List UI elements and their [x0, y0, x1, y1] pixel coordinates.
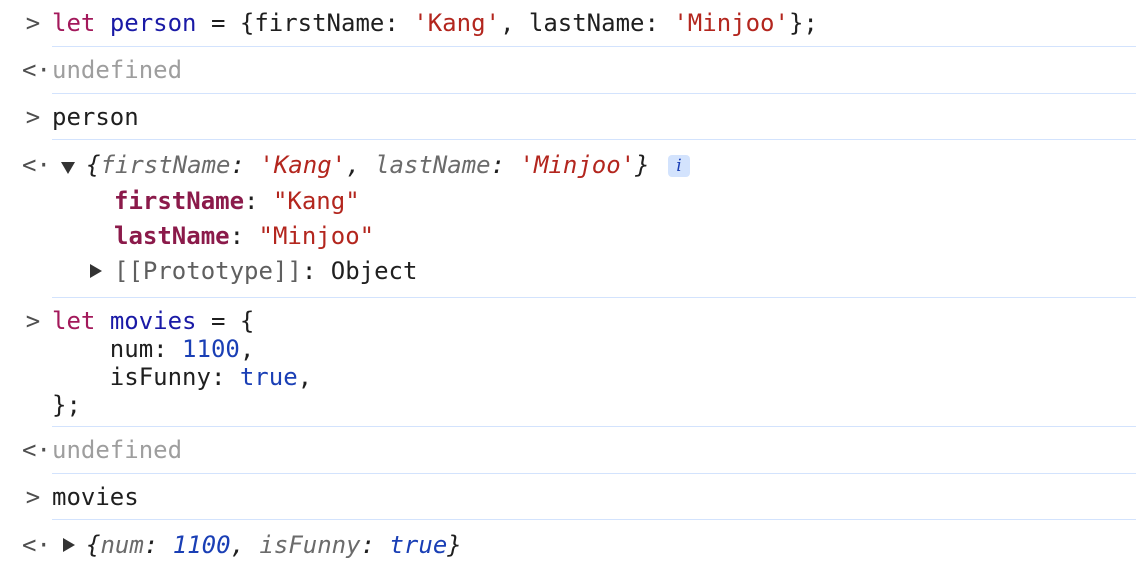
console-input-line[interactable]: num: 1100,	[52, 334, 255, 364]
console-input-line[interactable]: isFunny: true,	[52, 362, 312, 392]
divider	[52, 297, 1136, 298]
string-literal: 'Minjoo'	[673, 9, 789, 37]
keyword: let	[52, 307, 96, 335]
property-value: "Kang"	[272, 187, 360, 215]
code-text: = {firstName:	[196, 9, 414, 37]
boolean-literal: true	[239, 363, 298, 391]
input-prompt-icon: >	[25, 307, 41, 335]
colon: :	[490, 151, 520, 179]
brace: {	[86, 531, 101, 559]
expand-triangle-icon[interactable]	[61, 162, 75, 174]
output-prompt-icon: <·	[22, 56, 51, 84]
preview-key: isFunny	[259, 531, 361, 559]
collapse-triangle-icon[interactable]	[90, 264, 102, 278]
colon: :	[143, 531, 173, 559]
brace: }	[635, 151, 650, 179]
divider	[52, 139, 1136, 140]
output-prompt-icon: <·	[22, 151, 51, 179]
comma: ,	[230, 531, 260, 559]
preview-value: true	[389, 531, 448, 559]
variable-name: person	[109, 9, 197, 37]
console-output-undefined: undefined	[52, 56, 183, 84]
brace: }	[447, 531, 462, 559]
property-key: lastName	[114, 222, 230, 250]
console-input-line[interactable]: };	[52, 390, 81, 420]
brace: {	[86, 151, 101, 179]
prototype-key: [[Prototype]]	[114, 257, 302, 285]
preview-value: 1100	[172, 531, 231, 559]
console-input-line[interactable]: movies	[52, 482, 139, 512]
preview-key: num	[100, 531, 144, 559]
collapse-triangle-icon[interactable]	[63, 538, 75, 552]
object-preview[interactable]: {firstName: 'Kang', lastName: 'Minjoo'}	[86, 150, 650, 180]
number-literal: 1100	[182, 335, 240, 363]
colon: :	[230, 151, 260, 179]
prototype-row[interactable]: [[Prototype]]: Object	[114, 256, 417, 286]
divider	[52, 519, 1136, 520]
console-output-undefined: undefined	[52, 436, 183, 464]
info-icon[interactable]: i	[668, 155, 690, 177]
property-value: "Minjoo"	[258, 222, 375, 250]
preview-value: 'Minjoo'	[519, 151, 636, 179]
console-input-line[interactable]: let movies = {	[52, 306, 254, 336]
input-prompt-icon: >	[25, 9, 41, 37]
preview-key: lastName	[375, 151, 491, 179]
input-prompt-icon: >	[25, 483, 41, 511]
divider	[52, 426, 1136, 427]
object-property-row[interactable]: lastName: "Minjoo"	[114, 221, 374, 251]
output-prompt-icon: <·	[22, 531, 51, 559]
object-property-row[interactable]: firstName: "Kang"	[114, 186, 360, 216]
devtools-console: > let person = {firstName: 'Kang', lastN…	[0, 0, 1136, 580]
code-text: num:	[52, 335, 183, 363]
variable-name: movies	[109, 307, 197, 335]
prototype-value: Object	[330, 257, 418, 285]
divider	[52, 46, 1136, 47]
property-key: firstName	[114, 187, 245, 215]
divider	[52, 93, 1136, 94]
preview-key: firstName	[100, 151, 231, 179]
code-text: = {	[196, 307, 255, 335]
code-text: isFunny:	[52, 363, 240, 391]
input-prompt-icon: >	[25, 103, 41, 131]
colon: :	[301, 257, 331, 285]
keyword: let	[52, 9, 96, 37]
code-text: ,	[297, 363, 313, 391]
code-text: };	[788, 9, 818, 37]
code-text: , lastName:	[499, 9, 674, 37]
object-preview[interactable]: {num: 1100, isFunny: true}	[86, 530, 462, 560]
divider	[52, 473, 1136, 474]
colon: :	[360, 531, 390, 559]
output-prompt-icon: <·	[22, 436, 51, 464]
console-input-line[interactable]: let person = {firstName: 'Kang', lastNam…	[52, 8, 818, 38]
console-input-line[interactable]: person	[52, 102, 139, 132]
string-literal: 'Kang'	[413, 9, 500, 37]
comma: ,	[346, 151, 376, 179]
code-text: ,	[239, 335, 255, 363]
preview-value: 'Kang'	[259, 151, 347, 179]
